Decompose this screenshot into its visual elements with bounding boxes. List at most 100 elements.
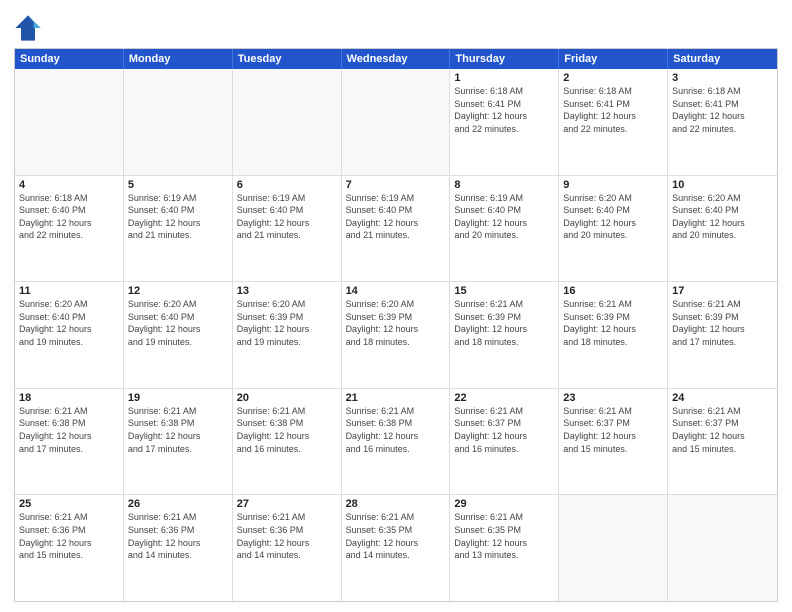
calendar-cell: 5Sunrise: 6:19 AMSunset: 6:40 PMDaylight… — [124, 176, 233, 282]
cell-info: Sunrise: 6:21 AMSunset: 6:36 PMDaylight:… — [19, 511, 119, 561]
calendar-cell — [233, 69, 342, 175]
header-day-sunday: Sunday — [15, 49, 124, 69]
calendar-row: 4Sunrise: 6:18 AMSunset: 6:40 PMDaylight… — [15, 176, 777, 283]
day-number: 16 — [563, 285, 663, 297]
calendar-cell: 22Sunrise: 6:21 AMSunset: 6:37 PMDayligh… — [450, 389, 559, 495]
day-number: 6 — [237, 179, 337, 191]
calendar-cell: 29Sunrise: 6:21 AMSunset: 6:35 PMDayligh… — [450, 495, 559, 601]
calendar-cell: 20Sunrise: 6:21 AMSunset: 6:38 PMDayligh… — [233, 389, 342, 495]
calendar-cell: 8Sunrise: 6:19 AMSunset: 6:40 PMDaylight… — [450, 176, 559, 282]
day-number: 5 — [128, 179, 228, 191]
calendar-row: 1Sunrise: 6:18 AMSunset: 6:41 PMDaylight… — [15, 69, 777, 176]
calendar-row: 11Sunrise: 6:20 AMSunset: 6:40 PMDayligh… — [15, 282, 777, 389]
calendar-cell: 25Sunrise: 6:21 AMSunset: 6:36 PMDayligh… — [15, 495, 124, 601]
day-number: 22 — [454, 392, 554, 404]
calendar-cell: 3Sunrise: 6:18 AMSunset: 6:41 PMDaylight… — [668, 69, 777, 175]
cell-info: Sunrise: 6:21 AMSunset: 6:39 PMDaylight:… — [563, 298, 663, 348]
cell-info: Sunrise: 6:18 AMSunset: 6:40 PMDaylight:… — [19, 192, 119, 242]
day-number: 19 — [128, 392, 228, 404]
cell-info: Sunrise: 6:19 AMSunset: 6:40 PMDaylight:… — [128, 192, 228, 242]
cell-info: Sunrise: 6:21 AMSunset: 6:35 PMDaylight:… — [454, 511, 554, 561]
day-number: 7 — [346, 179, 446, 191]
cell-info: Sunrise: 6:21 AMSunset: 6:37 PMDaylight:… — [454, 405, 554, 455]
calendar-row: 18Sunrise: 6:21 AMSunset: 6:38 PMDayligh… — [15, 389, 777, 496]
day-number: 2 — [563, 72, 663, 84]
day-number: 1 — [454, 72, 554, 84]
cell-info: Sunrise: 6:19 AMSunset: 6:40 PMDaylight:… — [454, 192, 554, 242]
calendar-cell: 10Sunrise: 6:20 AMSunset: 6:40 PMDayligh… — [668, 176, 777, 282]
cell-info: Sunrise: 6:20 AMSunset: 6:40 PMDaylight:… — [672, 192, 773, 242]
calendar-cell: 16Sunrise: 6:21 AMSunset: 6:39 PMDayligh… — [559, 282, 668, 388]
calendar-cell: 17Sunrise: 6:21 AMSunset: 6:39 PMDayligh… — [668, 282, 777, 388]
calendar-cell — [342, 69, 451, 175]
calendar-cell: 24Sunrise: 6:21 AMSunset: 6:37 PMDayligh… — [668, 389, 777, 495]
page: SundayMondayTuesdayWednesdayThursdayFrid… — [0, 0, 792, 612]
day-number: 9 — [563, 179, 663, 191]
cell-info: Sunrise: 6:21 AMSunset: 6:38 PMDaylight:… — [128, 405, 228, 455]
day-number: 21 — [346, 392, 446, 404]
calendar-cell: 12Sunrise: 6:20 AMSunset: 6:40 PMDayligh… — [124, 282, 233, 388]
calendar-cell: 7Sunrise: 6:19 AMSunset: 6:40 PMDaylight… — [342, 176, 451, 282]
day-number: 26 — [128, 498, 228, 510]
calendar-cell: 28Sunrise: 6:21 AMSunset: 6:35 PMDayligh… — [342, 495, 451, 601]
logo — [14, 14, 46, 42]
cell-info: Sunrise: 6:21 AMSunset: 6:38 PMDaylight:… — [19, 405, 119, 455]
cell-info: Sunrise: 6:21 AMSunset: 6:39 PMDaylight:… — [672, 298, 773, 348]
calendar-cell: 4Sunrise: 6:18 AMSunset: 6:40 PMDaylight… — [15, 176, 124, 282]
calendar-cell: 23Sunrise: 6:21 AMSunset: 6:37 PMDayligh… — [559, 389, 668, 495]
cell-info: Sunrise: 6:20 AMSunset: 6:40 PMDaylight:… — [19, 298, 119, 348]
cell-info: Sunrise: 6:21 AMSunset: 6:39 PMDaylight:… — [454, 298, 554, 348]
cell-info: Sunrise: 6:18 AMSunset: 6:41 PMDaylight:… — [563, 85, 663, 135]
day-number: 8 — [454, 179, 554, 191]
calendar-cell — [15, 69, 124, 175]
calendar-cell: 21Sunrise: 6:21 AMSunset: 6:38 PMDayligh… — [342, 389, 451, 495]
calendar-cell: 26Sunrise: 6:21 AMSunset: 6:36 PMDayligh… — [124, 495, 233, 601]
day-number: 24 — [672, 392, 773, 404]
cell-info: Sunrise: 6:21 AMSunset: 6:37 PMDaylight:… — [672, 405, 773, 455]
cell-info: Sunrise: 6:21 AMSunset: 6:36 PMDaylight:… — [128, 511, 228, 561]
day-number: 23 — [563, 392, 663, 404]
header-day-wednesday: Wednesday — [342, 49, 451, 69]
day-number: 11 — [19, 285, 119, 297]
day-number: 17 — [672, 285, 773, 297]
calendar-cell: 9Sunrise: 6:20 AMSunset: 6:40 PMDaylight… — [559, 176, 668, 282]
calendar-cell: 18Sunrise: 6:21 AMSunset: 6:38 PMDayligh… — [15, 389, 124, 495]
day-number: 29 — [454, 498, 554, 510]
cell-info: Sunrise: 6:20 AMSunset: 6:40 PMDaylight:… — [563, 192, 663, 242]
calendar: SundayMondayTuesdayWednesdayThursdayFrid… — [14, 48, 778, 602]
day-number: 15 — [454, 285, 554, 297]
calendar-row: 25Sunrise: 6:21 AMSunset: 6:36 PMDayligh… — [15, 495, 777, 601]
cell-info: Sunrise: 6:20 AMSunset: 6:39 PMDaylight:… — [237, 298, 337, 348]
cell-info: Sunrise: 6:21 AMSunset: 6:38 PMDaylight:… — [237, 405, 337, 455]
header — [14, 10, 778, 42]
header-day-tuesday: Tuesday — [233, 49, 342, 69]
calendar-cell: 6Sunrise: 6:19 AMSunset: 6:40 PMDaylight… — [233, 176, 342, 282]
calendar-cell: 13Sunrise: 6:20 AMSunset: 6:39 PMDayligh… — [233, 282, 342, 388]
cell-info: Sunrise: 6:21 AMSunset: 6:35 PMDaylight:… — [346, 511, 446, 561]
calendar-cell: 1Sunrise: 6:18 AMSunset: 6:41 PMDaylight… — [450, 69, 559, 175]
calendar-cell — [559, 495, 668, 601]
day-number: 27 — [237, 498, 337, 510]
header-day-saturday: Saturday — [668, 49, 777, 69]
cell-info: Sunrise: 6:18 AMSunset: 6:41 PMDaylight:… — [454, 85, 554, 135]
calendar-cell — [124, 69, 233, 175]
calendar-cell: 19Sunrise: 6:21 AMSunset: 6:38 PMDayligh… — [124, 389, 233, 495]
calendar-cell — [668, 495, 777, 601]
cell-info: Sunrise: 6:19 AMSunset: 6:40 PMDaylight:… — [346, 192, 446, 242]
logo-icon — [14, 14, 42, 42]
cell-info: Sunrise: 6:21 AMSunset: 6:36 PMDaylight:… — [237, 511, 337, 561]
cell-info: Sunrise: 6:19 AMSunset: 6:40 PMDaylight:… — [237, 192, 337, 242]
header-day-monday: Monday — [124, 49, 233, 69]
calendar-header: SundayMondayTuesdayWednesdayThursdayFrid… — [15, 49, 777, 69]
cell-info: Sunrise: 6:21 AMSunset: 6:38 PMDaylight:… — [346, 405, 446, 455]
day-number: 18 — [19, 392, 119, 404]
day-number: 4 — [19, 179, 119, 191]
calendar-cell: 27Sunrise: 6:21 AMSunset: 6:36 PMDayligh… — [233, 495, 342, 601]
cell-info: Sunrise: 6:21 AMSunset: 6:37 PMDaylight:… — [563, 405, 663, 455]
day-number: 13 — [237, 285, 337, 297]
calendar-cell: 14Sunrise: 6:20 AMSunset: 6:39 PMDayligh… — [342, 282, 451, 388]
day-number: 3 — [672, 72, 773, 84]
cell-info: Sunrise: 6:20 AMSunset: 6:40 PMDaylight:… — [128, 298, 228, 348]
cell-info: Sunrise: 6:18 AMSunset: 6:41 PMDaylight:… — [672, 85, 773, 135]
day-number: 20 — [237, 392, 337, 404]
